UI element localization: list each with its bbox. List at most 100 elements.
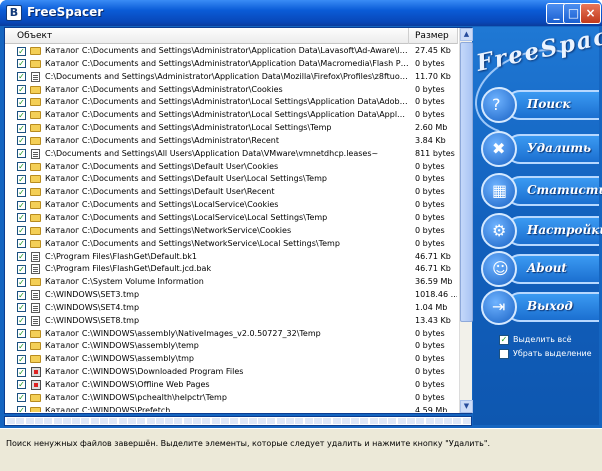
row-checkbox[interactable]: ✓ xyxy=(17,187,26,197)
about-button[interactable]: ☺ About xyxy=(481,251,599,287)
row-checkbox[interactable]: ✓ xyxy=(17,316,26,326)
row-checkbox[interactable]: ✓ xyxy=(17,406,26,412)
table-row[interactable]: ✓ Каталог C:\WINDOWS\Prefetch 4.59 Mb xyxy=(5,405,458,412)
deselect-option[interactable]: Убрать выделение xyxy=(499,347,595,361)
table-row[interactable]: ✓ Каталог C:\Documents and Settings\Admin… xyxy=(5,122,458,135)
table-row[interactable]: ✓ Каталог C:\Documents and Settings\Admin… xyxy=(5,135,458,148)
file-list[interactable]: Объект Размер ✓ Каталог C:\Documents and … xyxy=(4,27,473,414)
row-checkbox[interactable]: ✓ xyxy=(17,46,26,56)
row-checkbox[interactable]: ✓ xyxy=(17,264,26,274)
table-row[interactable]: ✓ Каталог C:\Documents and Settings\Netwo… xyxy=(5,225,458,238)
row-checkbox[interactable]: ✓ xyxy=(17,213,26,223)
list-header: Объект Размер xyxy=(5,28,458,44)
row-checkbox[interactable]: ✓ xyxy=(17,277,26,287)
row-checkbox[interactable]: ✓ xyxy=(17,380,26,390)
column-header-object[interactable]: Объект xyxy=(5,28,409,44)
row-checkbox[interactable]: ✓ xyxy=(17,290,26,300)
table-row[interactable]: ✓ Каталог C:\WINDOWS\Downloaded Program F… xyxy=(5,366,458,379)
vertical-scrollbar[interactable]: ▲ ▼ xyxy=(459,28,473,413)
table-row[interactable]: ✓ Каталог C:\WINDOWS\assembly\NativeImage… xyxy=(5,328,458,341)
stats-button[interactable]: ▦ Статистика xyxy=(481,173,602,209)
row-checkbox[interactable]: ✓ xyxy=(17,85,26,95)
table-row[interactable]: ✓ Каталог C:\Documents and Settings\Local… xyxy=(5,199,458,212)
app-icon[interactable]: B xyxy=(6,5,22,21)
progress-segment xyxy=(146,418,155,424)
progress-segment xyxy=(62,418,71,424)
row-size: 1018.46 ... xyxy=(415,290,457,300)
select-all-option[interactable]: ✓ Выделить всё xyxy=(499,333,595,347)
progress-segment xyxy=(425,418,434,424)
table-row[interactable]: ✓ Каталог C:\Documents and Settings\Admin… xyxy=(5,109,458,122)
table-row[interactable]: ✓ Каталог C:\WINDOWS\assembly\tmp 0 bytes xyxy=(5,353,458,366)
deselect-checkbox[interactable] xyxy=(499,349,509,359)
row-checkbox[interactable]: ✓ xyxy=(17,329,26,339)
table-row[interactable]: ✓ Каталог C:\Documents and Settings\Admin… xyxy=(5,45,458,58)
settings-button[interactable]: ⚙ Настройки xyxy=(481,213,602,249)
table-row[interactable]: ✓ Каталог C:\Documents and Settings\Defau… xyxy=(5,161,458,174)
table-row[interactable]: ✓ Каталог C:\Documents and Settings\Admin… xyxy=(5,58,458,71)
folder-icon xyxy=(30,393,41,402)
row-checkbox[interactable]: ✓ xyxy=(17,162,26,172)
row-checkbox[interactable]: ✓ xyxy=(17,226,26,236)
folder-icon xyxy=(30,278,41,287)
scroll-thumb[interactable] xyxy=(460,42,473,322)
exit-button[interactable]: ⇥ Выход xyxy=(481,289,599,325)
column-header-size[interactable]: Размер xyxy=(409,28,458,44)
row-checkbox[interactable]: ✓ xyxy=(17,367,26,377)
row-checkbox[interactable]: ✓ xyxy=(17,97,26,107)
row-checkbox[interactable]: ✓ xyxy=(17,123,26,133)
table-row[interactable]: ✓ Каталог C:\Documents and Settings\Admin… xyxy=(5,84,458,97)
select-all-checkbox[interactable]: ✓ xyxy=(499,335,509,345)
table-row[interactable]: ✓ Каталог C:\System Volume Information 36.… xyxy=(5,276,458,289)
row-object: Каталог C:\WINDOWS\Prefetch xyxy=(45,405,171,412)
table-row[interactable]: ✓ Каталог C:\Documents and Settings\Admin… xyxy=(5,96,458,109)
row-checkbox[interactable]: ✓ xyxy=(17,303,26,313)
table-row[interactable]: ✓ Каталог C:\Documents and Settings\Defau… xyxy=(5,173,458,186)
row-object: C:\Program Files\FlashGet\Default.bk1 xyxy=(45,251,198,261)
table-row[interactable]: ✓ Каталог C:\Documents and Settings\Defau… xyxy=(5,186,458,199)
progress-segment xyxy=(7,418,15,424)
nav-label: Настройки xyxy=(527,223,602,237)
app-icon xyxy=(31,379,41,390)
delete-button[interactable]: ✖ Удалить xyxy=(481,131,599,167)
table-row[interactable]: ✓ Каталог C:\WINDOWS\Offline Web Pages 0 b… xyxy=(5,379,458,392)
table-row[interactable]: ✓ Каталог C:\WINDOWS\assembly\temp 0 bytes xyxy=(5,340,458,353)
table-row[interactable]: ✓ C:\WINDOWS\SET3.tmp 1018.46 ... xyxy=(5,289,458,302)
progress-segment xyxy=(248,418,257,424)
row-checkbox[interactable]: ✓ xyxy=(17,393,26,403)
table-row[interactable]: ✓ Каталог C:\WINDOWS\pchealth\helpctr\Tem… xyxy=(5,392,458,405)
row-checkbox[interactable]: ✓ xyxy=(17,252,26,261)
progress-segment xyxy=(211,418,220,424)
scroll-up-button[interactable]: ▲ xyxy=(460,28,473,41)
search-button[interactable]: ? Поиск xyxy=(481,87,599,123)
app-window: B FreeSpacer _ □ × Объект Размер ✓ Катало… xyxy=(0,0,602,471)
progress-segment xyxy=(295,418,304,424)
title-bar[interactable]: B FreeSpacer _ □ × xyxy=(0,0,602,26)
row-size: 0 bytes xyxy=(415,238,445,248)
row-checkbox[interactable]: ✓ xyxy=(17,136,26,146)
table-row[interactable]: ✓ C:\Documents and Settings\Administrator… xyxy=(5,71,458,84)
row-checkbox[interactable]: ✓ xyxy=(17,174,26,184)
progress-segment xyxy=(165,418,174,424)
row-checkbox[interactable]: ✓ xyxy=(17,200,26,210)
table-row[interactable]: ✓ Каталог C:\Documents and Settings\Local… xyxy=(5,212,458,225)
table-row[interactable]: ✓ C:\Program Files\FlashGet\Default.bk1 46… xyxy=(5,251,458,264)
row-checkbox[interactable]: ✓ xyxy=(17,354,26,364)
row-checkbox[interactable]: ✓ xyxy=(17,72,26,82)
progress-segment xyxy=(174,418,183,424)
close-button[interactable]: × xyxy=(580,3,601,24)
table-row[interactable]: ✓ Каталог C:\Documents and Settings\Netwo… xyxy=(5,238,458,251)
status-text: Поиск ненужных файлов завершён. Выделите… xyxy=(6,439,491,448)
folder-icon xyxy=(30,329,41,338)
scroll-down-button[interactable]: ▼ xyxy=(460,400,473,413)
table-row[interactable]: ✓ C:\Documents and Settings\All Users\App… xyxy=(5,148,458,161)
row-checkbox[interactable]: ✓ xyxy=(17,59,26,69)
table-row[interactable]: ✓ C:\WINDOWS\SET8.tmp 13.43 Kb xyxy=(5,315,458,328)
row-checkbox[interactable]: ✓ xyxy=(17,239,26,249)
row-checkbox[interactable]: ✓ xyxy=(17,341,26,351)
row-checkbox[interactable]: ✓ xyxy=(17,110,26,120)
table-row[interactable]: ✓ C:\Program Files\FlashGet\Default.jcd.b… xyxy=(5,263,458,276)
row-checkbox[interactable]: ✓ xyxy=(17,149,26,159)
row-object: Каталог C:\Documents and Settings\Admini… xyxy=(45,135,280,145)
table-row[interactable]: ✓ C:\WINDOWS\SET4.tmp 1.04 Mb xyxy=(5,302,458,315)
